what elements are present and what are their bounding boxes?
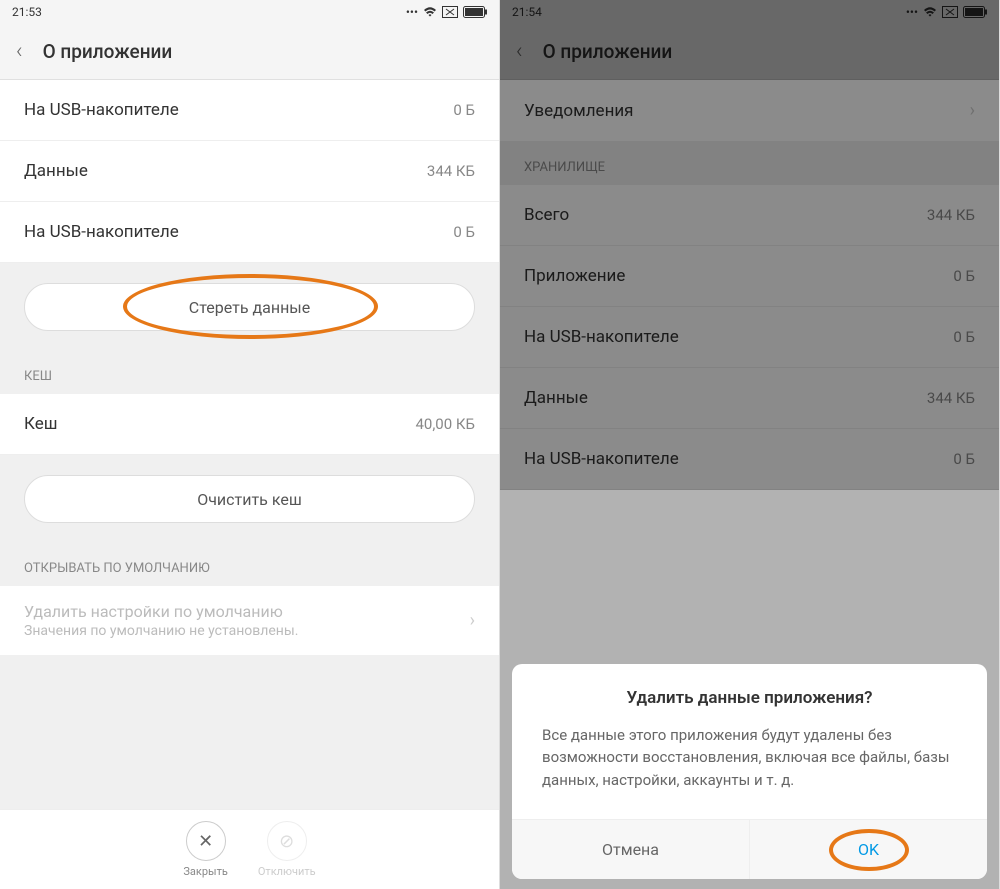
content: На USB-накопителе 0 Б Данные 344 КБ На U…	[0, 80, 499, 889]
item-label: На USB-накопителе	[24, 100, 179, 120]
disable-button: ⊘ Отключить	[258, 821, 316, 878]
list-item[interactable]: На USB-накопителе 0 Б	[0, 202, 499, 263]
battery-icon	[463, 6, 487, 18]
ok-button[interactable]: OK	[750, 820, 987, 879]
section-header-cache: КЕШ	[0, 351, 499, 394]
phone-right: 21:54 ••• ‹ О приложении Уведомления	[500, 0, 1000, 889]
list-item[interactable]: Кеш 40,00 КБ	[0, 394, 499, 455]
status-icons: •••	[406, 5, 487, 19]
wifi-icon	[423, 6, 437, 18]
status-time: 21:53	[12, 5, 42, 19]
item-value: 344 КБ	[427, 162, 475, 180]
default-settings-item[interactable]: Удалить настройки по умолчанию Значения …	[0, 586, 499, 655]
section-header-defaults: ОТКРЫВАТЬ ПО УМОЛЧАНИЮ	[0, 543, 499, 586]
erase-data-button[interactable]: Стереть данные	[24, 283, 475, 331]
close-icon: ✕	[186, 821, 226, 861]
button-row: Очистить кеш	[0, 455, 499, 543]
defaults-subtitle: Значения по умолчанию не установлены.	[24, 623, 298, 639]
box-icon	[442, 6, 458, 18]
item-label: Данные	[24, 161, 88, 181]
page-title: О приложении	[43, 40, 173, 63]
item-value: 40,00 КБ	[416, 415, 476, 433]
disable-icon: ⊘	[267, 821, 307, 861]
item-value: 0 Б	[453, 101, 475, 119]
chevron-right-icon: ›	[470, 610, 475, 631]
item-label: Кеш	[24, 414, 57, 434]
phone-left: 21:53 ••• ‹ О приложении На USB-накопите…	[0, 0, 500, 889]
button-row: Стереть данные	[0, 263, 499, 351]
item-label: На USB-накопителе	[24, 222, 179, 242]
dialog-body: Все данные этого приложения будут удален…	[512, 724, 987, 820]
close-button[interactable]: ✕ Закрыть	[183, 821, 227, 878]
back-icon[interactable]: ‹	[16, 39, 23, 64]
dialog-title: Удалить данные приложения?	[512, 664, 987, 724]
list-item[interactable]: Данные 344 КБ	[0, 141, 499, 202]
dots-icon: •••	[406, 5, 418, 19]
dialog-buttons: Отмена OK	[512, 819, 987, 879]
clear-cache-button[interactable]: Очистить кеш	[24, 475, 475, 523]
header: ‹ О приложении	[0, 24, 499, 80]
confirm-dialog: Удалить данные приложения? Все данные эт…	[512, 664, 987, 880]
bottom-bar: ✕ Закрыть ⊘ Отключить	[0, 809, 499, 889]
list-item[interactable]: На USB-накопителе 0 Б	[0, 80, 499, 141]
cancel-button[interactable]: Отмена	[512, 820, 750, 879]
defaults-title: Удалить настройки по умолчанию	[24, 602, 298, 621]
item-value: 0 Б	[453, 223, 475, 241]
status-bar: 21:53 •••	[0, 0, 499, 24]
